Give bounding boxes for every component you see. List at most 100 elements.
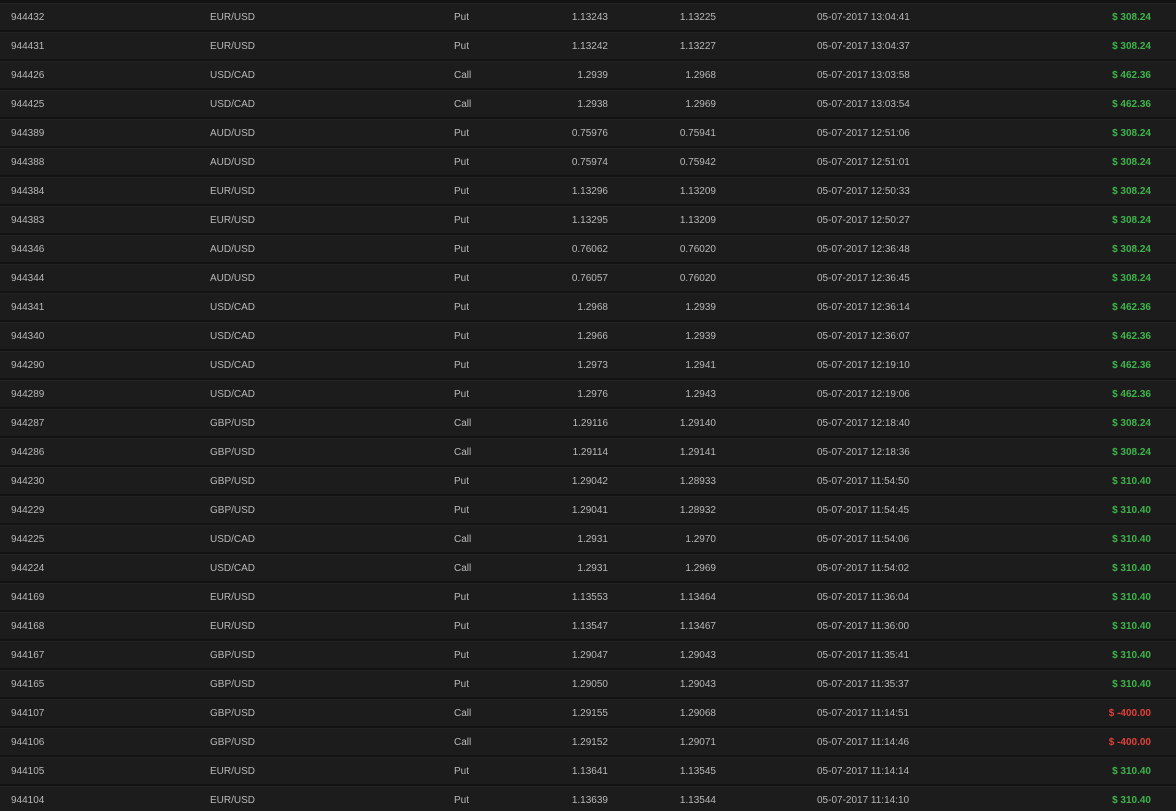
open-price: 1.29114 xyxy=(572,447,608,458)
close-price: 1.28933 xyxy=(679,476,716,487)
trade-id: 944225 xyxy=(11,534,45,545)
trade-time: 05-07-2017 12:19:06 xyxy=(817,389,910,400)
asset-pair: GBP/USD xyxy=(210,737,256,748)
trade-id: 944107 xyxy=(11,708,45,719)
asset-pair: AUD/USD xyxy=(210,128,256,139)
table-row[interactable]: 944168 EUR/USD Put 1.13547 1.13467 05-07… xyxy=(0,612,1176,639)
close-price: 1.29043 xyxy=(679,650,716,661)
open-price: 1.13296 xyxy=(571,186,608,197)
table-row[interactable]: 944388 AUD/USD Put 0.75974 0.75942 05-07… xyxy=(0,148,1176,175)
trade-id: 944224 xyxy=(11,563,45,574)
asset-pair: USD/CAD xyxy=(210,563,256,574)
payout-amount: $ 308.24 xyxy=(1112,186,1151,197)
payout-amount: $ 308.24 xyxy=(1112,157,1151,168)
asset-pair: AUD/USD xyxy=(210,273,256,284)
payout-amount: $ -400.00 xyxy=(1108,737,1151,748)
trade-direction: Call xyxy=(454,418,472,429)
asset-pair: GBP/USD xyxy=(210,650,256,661)
trade-direction: Put xyxy=(454,476,470,487)
table-row[interactable]: 944104 EUR/USD Put 1.13639 1.13544 05-07… xyxy=(0,786,1176,811)
table-row[interactable]: 944289 USD/CAD Put 1.2976 1.2943 05-07-2… xyxy=(0,380,1176,407)
table-row[interactable]: 944169 EUR/USD Put 1.13553 1.13464 05-07… xyxy=(0,583,1176,610)
trade-direction: Put xyxy=(454,389,470,400)
table-row[interactable]: 944341 USD/CAD Put 1.2968 1.2939 05-07-2… xyxy=(0,293,1176,320)
trade-id: 944344 xyxy=(11,273,45,284)
table-row[interactable]: 944286 GBP/USD Call 1.29114 1.29141 05-0… xyxy=(0,438,1176,465)
asset-pair: GBP/USD xyxy=(210,418,256,429)
trade-id: 944286 xyxy=(11,447,45,458)
trade-id: 944384 xyxy=(11,186,45,197)
table-row[interactable]: 944383 EUR/USD Put 1.13295 1.13209 05-07… xyxy=(0,206,1176,233)
table-row[interactable]: 944287 GBP/USD Call 1.29116 1.29140 05-0… xyxy=(0,409,1176,436)
table-row[interactable]: 944425 USD/CAD Call 1.2938 1.2969 05-07-… xyxy=(0,90,1176,117)
trade-id: 944383 xyxy=(11,215,45,226)
payout-amount: $ 462.36 xyxy=(1112,331,1151,342)
asset-pair: EUR/USD xyxy=(210,766,256,777)
open-price: 0.76062 xyxy=(571,244,608,255)
table-row[interactable]: 944229 GBP/USD Put 1.29041 1.28932 05-07… xyxy=(0,496,1176,523)
trade-direction: Put xyxy=(454,186,470,197)
payout-amount: $ 308.24 xyxy=(1112,244,1151,255)
trade-time: 05-07-2017 11:14:14 xyxy=(817,766,910,777)
table-row[interactable]: 944230 GBP/USD Put 1.29042 1.28933 05-07… xyxy=(0,467,1176,494)
close-price: 1.2939 xyxy=(685,302,716,313)
payout-amount: $ 310.40 xyxy=(1112,795,1151,806)
table-row[interactable]: 944165 GBP/USD Put 1.29050 1.29043 05-07… xyxy=(0,670,1176,697)
open-price: 1.13641 xyxy=(571,766,608,777)
close-price: 1.2969 xyxy=(685,99,716,110)
payout-amount: $ 308.24 xyxy=(1112,41,1151,52)
trade-time: 05-07-2017 13:04:37 xyxy=(817,41,910,52)
trade-direction: Put xyxy=(454,157,470,168)
trade-time: 05-07-2017 12:50:27 xyxy=(817,215,910,226)
trade-direction: Put xyxy=(454,679,470,690)
open-price: 1.13639 xyxy=(571,795,608,806)
trade-time: 05-07-2017 11:35:41 xyxy=(817,650,910,661)
trade-time: 05-07-2017 12:18:40 xyxy=(817,418,910,429)
close-price: 1.13545 xyxy=(679,766,716,777)
payout-amount: $ 310.40 xyxy=(1112,505,1151,516)
trade-id: 944346 xyxy=(11,244,45,255)
table-row[interactable]: 944107 GBP/USD Call 1.29155 1.29068 05-0… xyxy=(0,699,1176,726)
table-row[interactable]: 944106 GBP/USD Call 1.29152 1.29071 05-0… xyxy=(0,728,1176,755)
close-price: 1.28932 xyxy=(679,505,716,516)
trade-direction: Call xyxy=(454,534,472,545)
table-row[interactable]: 944105 EUR/USD Put 1.13641 1.13545 05-07… xyxy=(0,757,1176,784)
trade-time: 05-07-2017 12:36:14 xyxy=(817,302,910,313)
trade-direction: Put xyxy=(454,302,470,313)
table-row[interactable]: 944384 EUR/USD Put 1.13296 1.13209 05-07… xyxy=(0,177,1176,204)
table-row[interactable]: 944225 USD/CAD Call 1.2931 1.2970 05-07-… xyxy=(0,525,1176,552)
table-row[interactable]: 944432 EUR/USD Put 1.13243 1.13225 05-07… xyxy=(0,3,1176,30)
trade-direction: Put xyxy=(454,273,470,284)
payout-amount: $ 462.36 xyxy=(1112,99,1151,110)
trade-direction: Put xyxy=(454,244,470,255)
table-row[interactable]: 944426 USD/CAD Call 1.2939 1.2968 05-07-… xyxy=(0,61,1176,88)
payout-amount: $ 308.24 xyxy=(1112,215,1151,226)
table-row[interactable]: 944290 USD/CAD Put 1.2973 1.2941 05-07-2… xyxy=(0,351,1176,378)
payout-amount: $ 462.36 xyxy=(1112,360,1151,371)
close-price: 1.13227 xyxy=(679,41,716,52)
close-price: 0.75941 xyxy=(679,128,716,139)
asset-pair: USD/CAD xyxy=(210,534,256,545)
asset-pair: GBP/USD xyxy=(210,505,256,516)
trade-direction: Put xyxy=(454,12,470,23)
table-row[interactable]: 944344 AUD/USD Put 0.76057 0.76020 05-07… xyxy=(0,264,1176,291)
open-price: 0.75976 xyxy=(571,128,608,139)
open-price: 1.2976 xyxy=(577,389,608,400)
table-row[interactable]: 944431 EUR/USD Put 1.13242 1.13227 05-07… xyxy=(0,32,1176,59)
close-price: 0.75942 xyxy=(679,157,716,168)
close-price: 1.13209 xyxy=(679,215,716,226)
trade-time: 05-07-2017 11:36:04 xyxy=(817,592,910,603)
close-price: 1.29140 xyxy=(679,418,716,429)
trade-time: 05-07-2017 11:54:02 xyxy=(817,563,910,574)
table-row[interactable]: 944167 GBP/USD Put 1.29047 1.29043 05-07… xyxy=(0,641,1176,668)
trade-time: 05-07-2017 13:03:54 xyxy=(817,99,910,110)
trade-time: 05-07-2017 11:54:50 xyxy=(817,476,910,487)
table-row[interactable]: 944389 AUD/USD Put 0.75976 0.75941 05-07… xyxy=(0,119,1176,146)
table-row[interactable]: 944340 USD/CAD Put 1.2966 1.2939 05-07-2… xyxy=(0,322,1176,349)
open-price: 0.75974 xyxy=(571,157,608,168)
open-price: 1.13295 xyxy=(571,215,608,226)
table-row[interactable]: 944224 USD/CAD Call 1.2931 1.2969 05-07-… xyxy=(0,554,1176,581)
table-row[interactable]: 944346 AUD/USD Put 0.76062 0.76020 05-07… xyxy=(0,235,1176,262)
open-price: 1.29116 xyxy=(572,418,608,429)
trade-direction: Put xyxy=(454,128,470,139)
